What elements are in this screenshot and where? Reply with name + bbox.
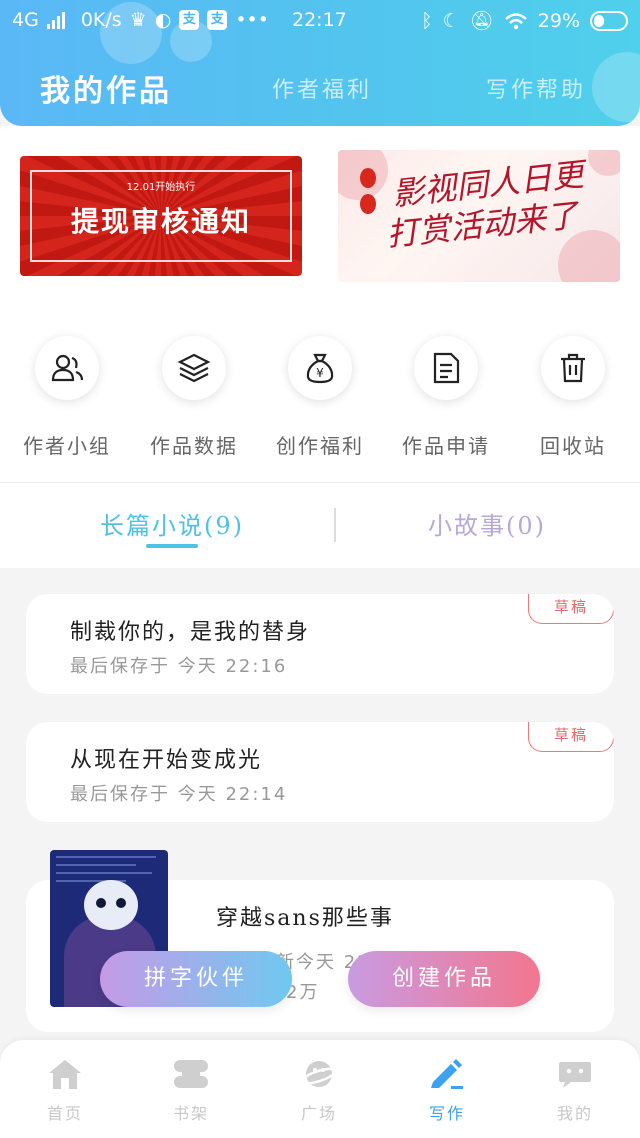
quick-action-author-group[interactable]: 作者小组 <box>12 336 122 459</box>
crown-icon: ♛ <box>129 9 147 31</box>
work-title: 从现在开始变成光 <box>70 748 263 773</box>
layers-icon <box>162 336 226 400</box>
mute-bell-icon: 🔕︎ <box>469 10 494 32</box>
divider <box>0 482 640 483</box>
network-speed: 0K/s <box>80 9 122 31</box>
work-card[interactable]: 从现在开始变成光 最后保存于 今天 22:14 草稿 <box>26 722 614 822</box>
tab-short-stories[interactable]: 小故事(0) <box>428 506 546 541</box>
more-notifications-icon: ••• <box>235 9 269 31</box>
cover-text-line <box>56 872 152 874</box>
draft-badge: 草稿 <box>528 722 614 752</box>
lantern-icon <box>360 194 376 214</box>
tab-author-benefits[interactable]: 作者福利 <box>272 72 372 104</box>
moon-icon: ☾ <box>442 9 460 32</box>
app-header: 4G 0K/s ♛ ◐ 支 支 ••• 22:17 ᛒ ☾ 🔕︎ 29% 我的作… <box>0 0 640 126</box>
tab-my-works[interactable]: 我的作品 <box>40 66 172 110</box>
battery-percent: 29% <box>537 9 580 32</box>
svg-text:¥: ¥ <box>316 366 324 380</box>
document-icon <box>414 336 478 400</box>
trash-icon <box>541 336 605 400</box>
bookshelf-icon <box>174 1060 208 1088</box>
quick-action-creation-benefits[interactable]: ¥ 创作福利 <box>265 336 375 459</box>
writing-partner-button[interactable]: 拼字伙伴 <box>100 951 292 1007</box>
tab-separator <box>334 508 336 542</box>
bluetooth-icon: ᛒ <box>421 9 433 32</box>
chat-face-icon <box>559 1062 591 1088</box>
quick-action-label: 作品申请 <box>402 434 490 458</box>
bottom-nav: 首页 书架 广场 写作 我的 <box>0 1040 640 1138</box>
quick-action-label: 作者小组 <box>23 434 111 458</box>
character-skull <box>84 880 138 930</box>
quick-action-label: 回收站 <box>540 434 606 458</box>
clock: 22:17 <box>292 9 347 31</box>
blossom-decoration <box>588 150 620 176</box>
nav-plaza[interactable]: 广场 <box>274 1058 364 1124</box>
work-title: 穿越sans那些事 <box>216 906 394 931</box>
fanfic-event-banner[interactable]: 影视同人日更 打赏活动来了 <box>338 150 620 282</box>
alipay-icon: 支 <box>207 10 228 30</box>
quick-action-work-data[interactable]: 作品数据 <box>139 336 249 459</box>
money-bag-icon: ¥ <box>288 336 352 400</box>
nav-label: 书架 <box>172 1104 209 1123</box>
quick-action-recycle-bin[interactable]: 回收站 <box>518 336 628 459</box>
banner-title: 提现审核通知 <box>70 205 251 238</box>
nav-bookshelf[interactable]: 书架 <box>146 1058 236 1124</box>
nav-mine[interactable]: 我的 <box>530 1058 620 1124</box>
work-last-saved: 最后保存于 今天 22:14 <box>70 784 288 805</box>
character-eye <box>96 898 106 908</box>
people-icon <box>35 336 99 400</box>
status-bar: 4G 0K/s ♛ ◐ 支 支 ••• 22:17 ᛒ ☾ 🔕︎ 29% <box>0 0 640 42</box>
nav-label: 广场 <box>300 1104 337 1123</box>
work-card[interactable]: 制裁你的，是我的替身 最后保存于 今天 22:16 草稿 <box>26 594 614 694</box>
character-eye <box>116 898 126 908</box>
banner-subtitle: 12.01开始执行 <box>126 182 196 193</box>
works-panel: 12.01开始执行 提现审核通知 影视同人日更 打赏活动来了 作者小组 作品数据… <box>0 126 640 568</box>
top-tab-bar: 我的作品 作者福利 写作帮助 <box>0 72 640 118</box>
withdraw-notice-banner[interactable]: 12.01开始执行 提现审核通知 <box>20 156 302 276</box>
quick-action-work-application[interactable]: 作品申请 <box>391 336 501 459</box>
nav-write[interactable]: 写作 <box>402 1058 492 1124</box>
nav-label: 我的 <box>556 1104 593 1123</box>
draft-badge: 草稿 <box>528 594 614 624</box>
battery-icon <box>590 10 628 31</box>
home-icon <box>49 1060 81 1089</box>
cover-text-line <box>56 856 156 858</box>
app-notification-icon: ◐ <box>154 9 172 31</box>
nav-label: 首页 <box>46 1104 83 1123</box>
create-work-button[interactable]: 创建作品 <box>348 951 540 1007</box>
banner-title: 影视同人日更 打赏活动来了 <box>385 154 589 254</box>
nav-home[interactable]: 首页 <box>20 1058 110 1124</box>
pen-icon <box>431 1059 463 1089</box>
wifi-icon <box>504 12 527 29</box>
work-title: 制裁你的，是我的替身 <box>70 620 311 645</box>
blossom-decoration <box>558 230 620 282</box>
nav-label: 写作 <box>428 1104 465 1123</box>
work-last-saved: 最后保存于 今天 22:16 <box>70 656 288 677</box>
active-tab-indicator <box>146 544 198 548</box>
signal-icon <box>46 11 65 29</box>
quick-action-label: 创作福利 <box>276 434 364 458</box>
tab-writing-help[interactable]: 写作帮助 <box>486 72 586 104</box>
quick-action-label: 作品数据 <box>150 434 238 458</box>
tab-long-novels[interactable]: 长篇小说(9) <box>100 506 244 541</box>
network-type: 4G <box>12 9 39 31</box>
lantern-icon <box>360 168 376 188</box>
planet-icon <box>301 1061 337 1087</box>
alipay-icon: 支 <box>179 10 200 30</box>
cover-text-line <box>56 864 136 866</box>
